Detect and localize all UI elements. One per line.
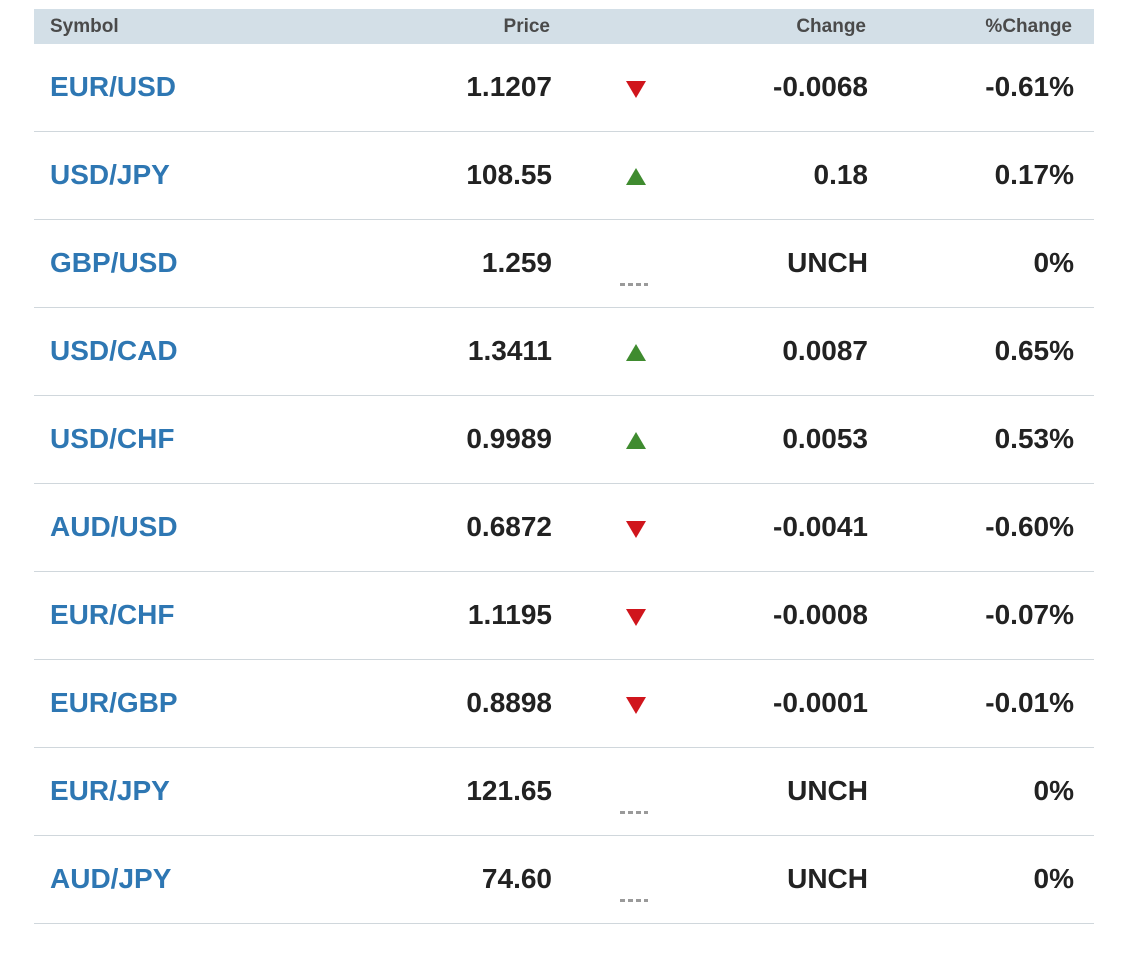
unchanged-dash-icon xyxy=(620,811,648,814)
price-value: 0.8898 xyxy=(466,687,552,718)
price-value: 1.1207 xyxy=(466,71,552,102)
pct-change-value: 0.53% xyxy=(994,423,1074,454)
price-value: 121.65 xyxy=(466,775,552,806)
pct-change-value: 0% xyxy=(1033,775,1074,806)
arrow-down-icon xyxy=(626,81,646,98)
symbol-link[interactable]: EUR/GBP xyxy=(50,687,178,719)
column-header-symbol[interactable]: Symbol xyxy=(50,16,119,38)
change-value: 0.0087 xyxy=(782,335,868,366)
table-row: USD/JPY 108.55 0.18 0.17% xyxy=(34,132,1094,220)
table-header: Symbol Price Change %Change xyxy=(34,9,1094,44)
currency-quote-table: Symbol Price Change %Change EUR/USD 1.12… xyxy=(34,9,1094,924)
unchanged-dash-icon xyxy=(620,283,648,286)
price-value: 0.9989 xyxy=(466,423,552,454)
arrow-up-icon xyxy=(626,344,646,361)
table-row: GBP/USD 1.259 UNCH 0% xyxy=(34,220,1094,308)
table-body: EUR/USD 1.1207 -0.0068 -0.61% USD/JPY 10… xyxy=(34,44,1094,924)
column-header-change[interactable]: Change xyxy=(796,16,866,38)
symbol-link[interactable]: EUR/CHF xyxy=(50,599,174,631)
change-value: UNCH xyxy=(787,775,868,806)
price-value: 1.259 xyxy=(481,247,552,278)
arrow-up-icon xyxy=(626,168,646,185)
column-header-pct-change[interactable]: %Change xyxy=(985,16,1072,38)
pct-change-value: -0.60% xyxy=(985,511,1074,542)
symbol-link[interactable]: GBP/USD xyxy=(50,247,178,279)
column-header-price[interactable]: Price xyxy=(504,16,550,38)
symbol-link[interactable]: USD/JPY xyxy=(50,159,170,191)
price-value: 108.55 xyxy=(466,159,552,190)
change-value: 0.18 xyxy=(813,159,869,190)
pct-change-value: 0% xyxy=(1033,863,1074,894)
pct-change-value: 0.65% xyxy=(994,335,1074,366)
change-value: -0.0041 xyxy=(773,511,868,542)
table-row: EUR/CHF 1.1195 -0.0008 -0.07% xyxy=(34,572,1094,660)
pct-change-value: -0.01% xyxy=(985,687,1074,718)
arrow-down-icon xyxy=(626,609,646,626)
pct-change-value: -0.61% xyxy=(985,71,1074,102)
pct-change-value: 0.17% xyxy=(994,159,1074,190)
symbol-link[interactable]: AUD/JPY xyxy=(50,863,171,895)
pct-change-value: -0.07% xyxy=(985,599,1074,630)
change-value: -0.0068 xyxy=(773,71,868,102)
table-row: USD/CAD 1.3411 0.0087 0.65% xyxy=(34,308,1094,396)
pct-change-value: 0% xyxy=(1033,247,1074,278)
change-value: -0.0001 xyxy=(773,687,868,718)
symbol-link[interactable]: USD/CAD xyxy=(50,335,178,367)
table-row: AUD/JPY 74.60 UNCH 0% xyxy=(34,836,1094,924)
price-value: 0.6872 xyxy=(466,511,552,542)
price-value: 74.60 xyxy=(481,863,552,894)
arrow-down-icon xyxy=(626,697,646,714)
table-row: AUD/USD 0.6872 -0.0041 -0.60% xyxy=(34,484,1094,572)
table-row: EUR/USD 1.1207 -0.0068 -0.61% xyxy=(34,44,1094,132)
price-value: 1.3411 xyxy=(467,335,552,366)
change-value: -0.0008 xyxy=(773,599,868,630)
change-value: UNCH xyxy=(787,863,868,894)
table-row: EUR/JPY 121.65 UNCH 0% xyxy=(34,748,1094,836)
symbol-link[interactable]: EUR/USD xyxy=(50,71,176,103)
arrow-down-icon xyxy=(626,521,646,538)
arrow-up-icon xyxy=(626,432,646,449)
unchanged-dash-icon xyxy=(620,899,648,902)
symbol-link[interactable]: EUR/JPY xyxy=(50,775,170,807)
symbol-link[interactable]: AUD/USD xyxy=(50,511,178,543)
symbol-link[interactable]: USD/CHF xyxy=(50,423,174,455)
table-row: USD/CHF 0.9989 0.0053 0.53% xyxy=(34,396,1094,484)
change-value: UNCH xyxy=(787,247,868,278)
price-value: 1.1195 xyxy=(467,599,552,630)
table-row: EUR/GBP 0.8898 -0.0001 -0.01% xyxy=(34,660,1094,748)
change-value: 0.0053 xyxy=(782,423,868,454)
